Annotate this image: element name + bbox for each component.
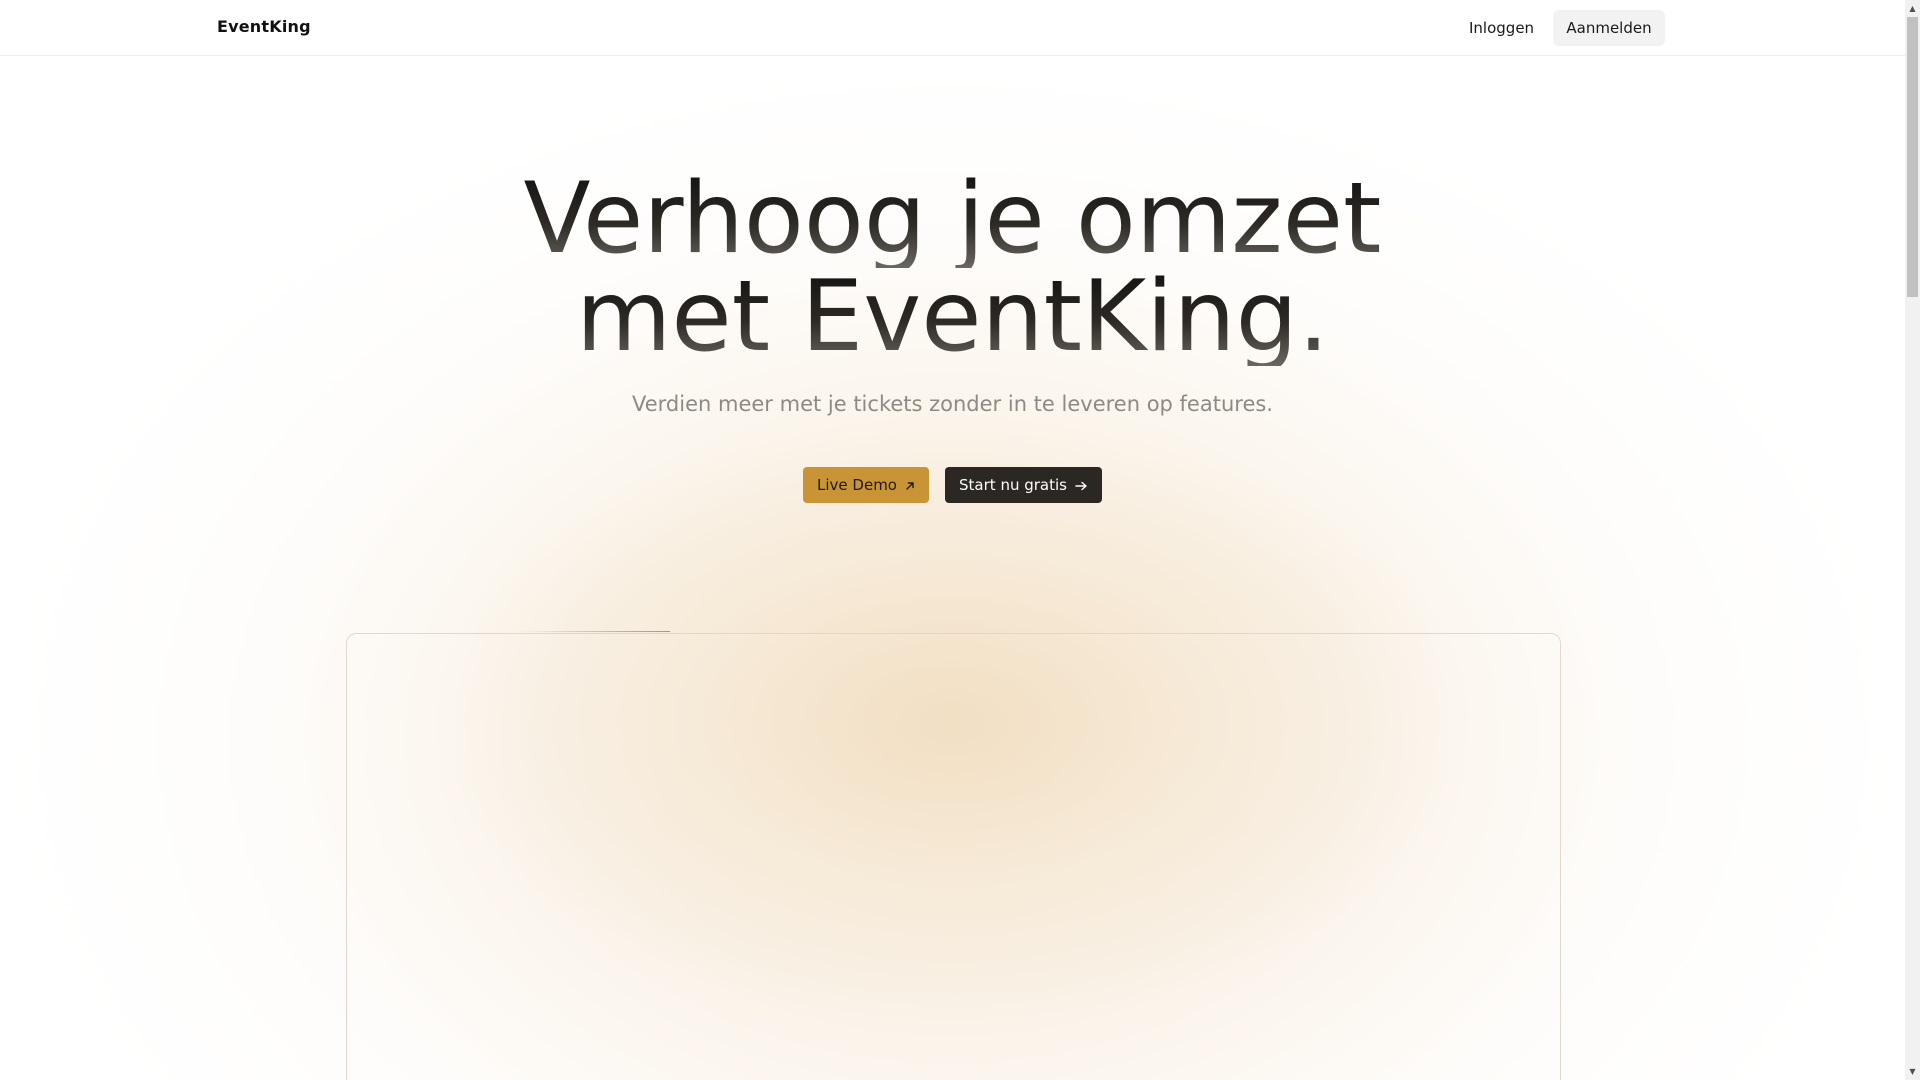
brand-logo[interactable]: EventKing: [217, 17, 311, 36]
scroll-up-icon[interactable]: ▲: [1905, 0, 1920, 17]
hero-subtitle: Verdien meer met je tickets zonder in te…: [632, 392, 1273, 416]
hero-title-line-1: Verhoog je omzet: [0, 170, 1905, 268]
live-demo-button[interactable]: Live Demo: [803, 467, 929, 503]
signup-button[interactable]: Aanmelden: [1553, 10, 1665, 46]
hero-title: Verhoog je omzet met EventKing.: [0, 170, 1905, 366]
login-link[interactable]: Inloggen: [1453, 10, 1550, 46]
hero-title-line-2: met EventKing.: [0, 268, 1905, 366]
vertical-scrollbar[interactable]: ▲ ▼: [1905, 0, 1920, 1080]
landing-page: EventKing Inloggen Aanmelden Verhoog je …: [0, 0, 1905, 1080]
arrow-right-icon: [1075, 469, 1088, 505]
scroll-down-icon[interactable]: ▼: [1905, 1063, 1920, 1080]
top-navbar: EventKing Inloggen Aanmelden: [0, 0, 1905, 56]
preview-accent-line: [520, 631, 670, 632]
start-free-label: Start nu gratis: [959, 476, 1067, 494]
start-free-button[interactable]: Start nu gratis: [945, 467, 1102, 503]
live-demo-label: Live Demo: [817, 476, 897, 494]
arrow-up-right-icon: [905, 469, 915, 505]
scrollbar-thumb[interactable]: [1907, 17, 1918, 297]
product-preview-frame: [346, 633, 1561, 1080]
